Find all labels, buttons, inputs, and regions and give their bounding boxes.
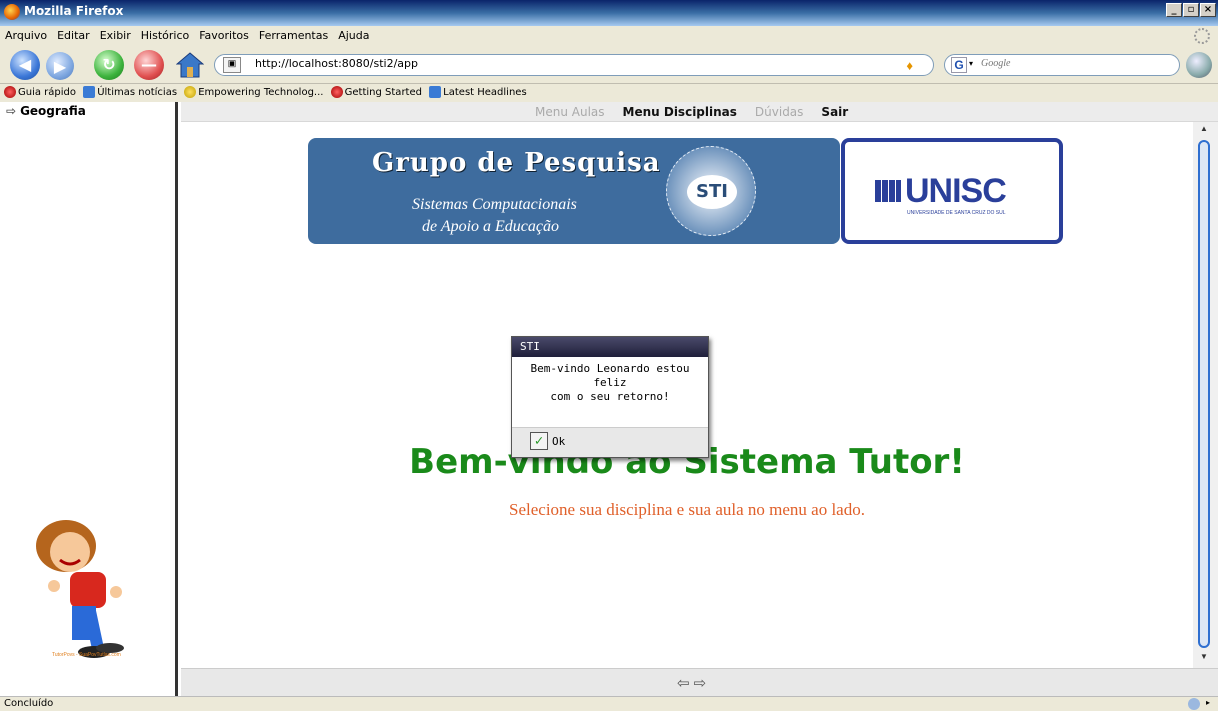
navigation-toolbar: ◀ ▶ ↻ — ▣ ♦ G ▾ ⚲ (0, 46, 1218, 84)
main-content: Grupo de Pesquisa Sistemas Computacionai… (181, 122, 1193, 668)
menu-editar[interactable]: Editar (52, 26, 95, 42)
unisc-name: UNISC (905, 172, 1007, 210)
dialog-message: Bem-vindo Leonardo estou feliz com o seu… (512, 357, 708, 427)
dialog-message-line1: Bem-vindo Leonardo estou feliz (530, 362, 690, 389)
bottom-nav-bar: ⇦ ⇨ (181, 668, 1218, 696)
status-dropdown-icon[interactable]: ▸ (1206, 698, 1210, 707)
window-titlebar: Mozilla Firefox _ ▫ × (0, 0, 1218, 26)
ok-label: Ok (552, 434, 566, 448)
menu-disciplinas-link[interactable]: Menu Disciplinas (623, 105, 737, 119)
discipline-link[interactable]: ⇨ Geografia (6, 104, 86, 118)
extension-icon[interactable] (1186, 52, 1212, 78)
menu-historico[interactable]: Histórico (136, 26, 194, 42)
welcome-dialog: STI Bem-vindo Leonardo estou feliz com o… (511, 336, 709, 458)
unisc-banner: UNISC UNIVERSIDADE DE SANTA CRUZ DO SUL (841, 138, 1063, 244)
site-icon: ▣ (223, 57, 241, 73)
google-icon[interactable]: G (951, 57, 967, 73)
menu-ferramentas[interactable]: Ferramentas (254, 26, 333, 42)
forward-button[interactable]: ▶ (46, 52, 74, 80)
window-title: Mozilla Firefox (24, 4, 124, 18)
checkmark-icon: ✓ (530, 432, 548, 450)
menu-ajuda[interactable]: Ajuda (333, 26, 374, 42)
bookmark-label: Getting Started (344, 86, 422, 98)
window-controls: _ ▫ × (1166, 3, 1216, 17)
feed-icon[interactable]: ♦ (906, 58, 913, 73)
dialog-footer: ✓ Ok (512, 427, 708, 457)
bookmarks-toolbar: Guia rápido Últimas notícias Empowering … (0, 84, 1218, 102)
forward-arrow-icon: ▶ (53, 57, 67, 76)
back-arrow-icon: ◀ (18, 55, 32, 74)
bookmark-item[interactable]: Guia rápido (4, 86, 76, 98)
bookmark-item[interactable]: Latest Headlines (429, 86, 527, 98)
menu-exibir[interactable]: Exibir (95, 26, 136, 42)
stop-icon: — (141, 55, 157, 74)
scroll-thumb[interactable] (1198, 140, 1210, 648)
home-icon[interactable] (176, 52, 204, 78)
close-button[interactable]: × (1200, 3, 1216, 17)
top-menu: Menu Aulas Menu Disciplinas Dúvidas Sair (181, 102, 1218, 122)
duvidas-link[interactable]: Dúvidas (755, 105, 804, 119)
ok-button[interactable]: ✓ Ok (530, 432, 565, 450)
unisc-subtitle: UNIVERSIDADE DE SANTA CRUZ DO SUL (907, 210, 1006, 216)
banner-heading: Grupo de Pesquisa (372, 148, 661, 178)
research-group-banner: Grupo de Pesquisa Sistemas Computacionai… (308, 138, 840, 244)
rss-feed-icon (429, 86, 442, 98)
banner-subtitle-line1: Sistemas Computacionais (412, 196, 577, 213)
previous-arrow-icon[interactable]: ⇦ (677, 674, 690, 692)
red-hat-icon (330, 86, 343, 98)
bookmark-item[interactable]: Últimas notícias (83, 86, 177, 98)
stop-button[interactable]: — (134, 50, 164, 80)
dialog-message-line2: com o seu retorno! (550, 390, 670, 403)
engine-dropdown-icon[interactable]: ▾ (969, 59, 973, 68)
sti-logo: STI (666, 146, 756, 236)
arrow-right-icon: ⇨ (6, 104, 17, 118)
reload-button[interactable]: ↻ (94, 50, 124, 80)
reload-icon: ↻ (102, 55, 116, 74)
instruction-text: Selecione sua disciplina e sua aula no m… (509, 500, 865, 519)
scroll-down-icon[interactable]: ▼ (1197, 652, 1211, 666)
red-hat-icon (4, 86, 16, 98)
menu-arquivo[interactable]: Arquivo (0, 26, 52, 42)
search-input[interactable] (981, 58, 1131, 69)
unisc-grid-icon (875, 180, 901, 202)
mascot-caption: TutorPovs - SuaPovTutlas.com (52, 652, 121, 658)
minimize-button[interactable]: _ (1166, 3, 1182, 17)
throbber-icon (1194, 28, 1210, 44)
search-bar[interactable]: G ▾ ⚲ (944, 54, 1199, 76)
status-bar: Concluído ▸ (0, 696, 1218, 711)
bookmark-label: Latest Headlines (443, 86, 527, 98)
sair-link[interactable]: Sair (821, 105, 848, 119)
dialog-title: STI (512, 337, 708, 357)
url-input[interactable] (255, 57, 855, 70)
bookmark-item[interactable]: Getting Started (330, 86, 422, 98)
maximize-button[interactable]: ▫ (1183, 3, 1199, 17)
scroll-up-icon[interactable]: ▲ (1197, 124, 1211, 138)
menu-favoritos[interactable]: Favoritos (194, 26, 254, 42)
banner-subtitle-line2: de Apoio a Educação (422, 218, 560, 235)
status-text: Concluído (4, 698, 54, 709)
bookmark-item[interactable]: Empowering Technolog... (184, 86, 323, 98)
firefox-icon (4, 4, 20, 20)
discipline-label: Geografia (20, 104, 86, 118)
bookmark-label: Últimas notícias (97, 86, 178, 98)
tutor-mascot-image (36, 520, 124, 658)
bookmark-label: Empowering Technolog... (198, 86, 324, 98)
bulb-icon (184, 86, 197, 98)
menu-aulas-link[interactable]: Menu Aulas (535, 105, 605, 119)
menu-bar: Arquivo Editar Exibir Histórico Favoritos Fer… (0, 26, 1218, 46)
next-arrow-icon[interactable]: ⇨ (694, 674, 707, 692)
url-bar[interactable]: ▣ ♦ (214, 54, 934, 76)
back-button[interactable]: ◀ (10, 50, 40, 80)
status-indicator-icon[interactable] (1188, 698, 1200, 710)
vertical-scrollbar[interactable]: ▲ ▼ (1193, 122, 1218, 668)
sti-logo-text: STI (687, 175, 737, 209)
page-viewport: ⇨ Geografia TutorPovs - SuaPovTutlas.com … (0, 102, 1218, 696)
rss-feed-icon (83, 86, 96, 98)
left-frame: ⇨ Geografia TutorPovs - SuaPovTutlas.com (0, 102, 178, 696)
bookmark-label: Guia rápido (18, 86, 77, 98)
